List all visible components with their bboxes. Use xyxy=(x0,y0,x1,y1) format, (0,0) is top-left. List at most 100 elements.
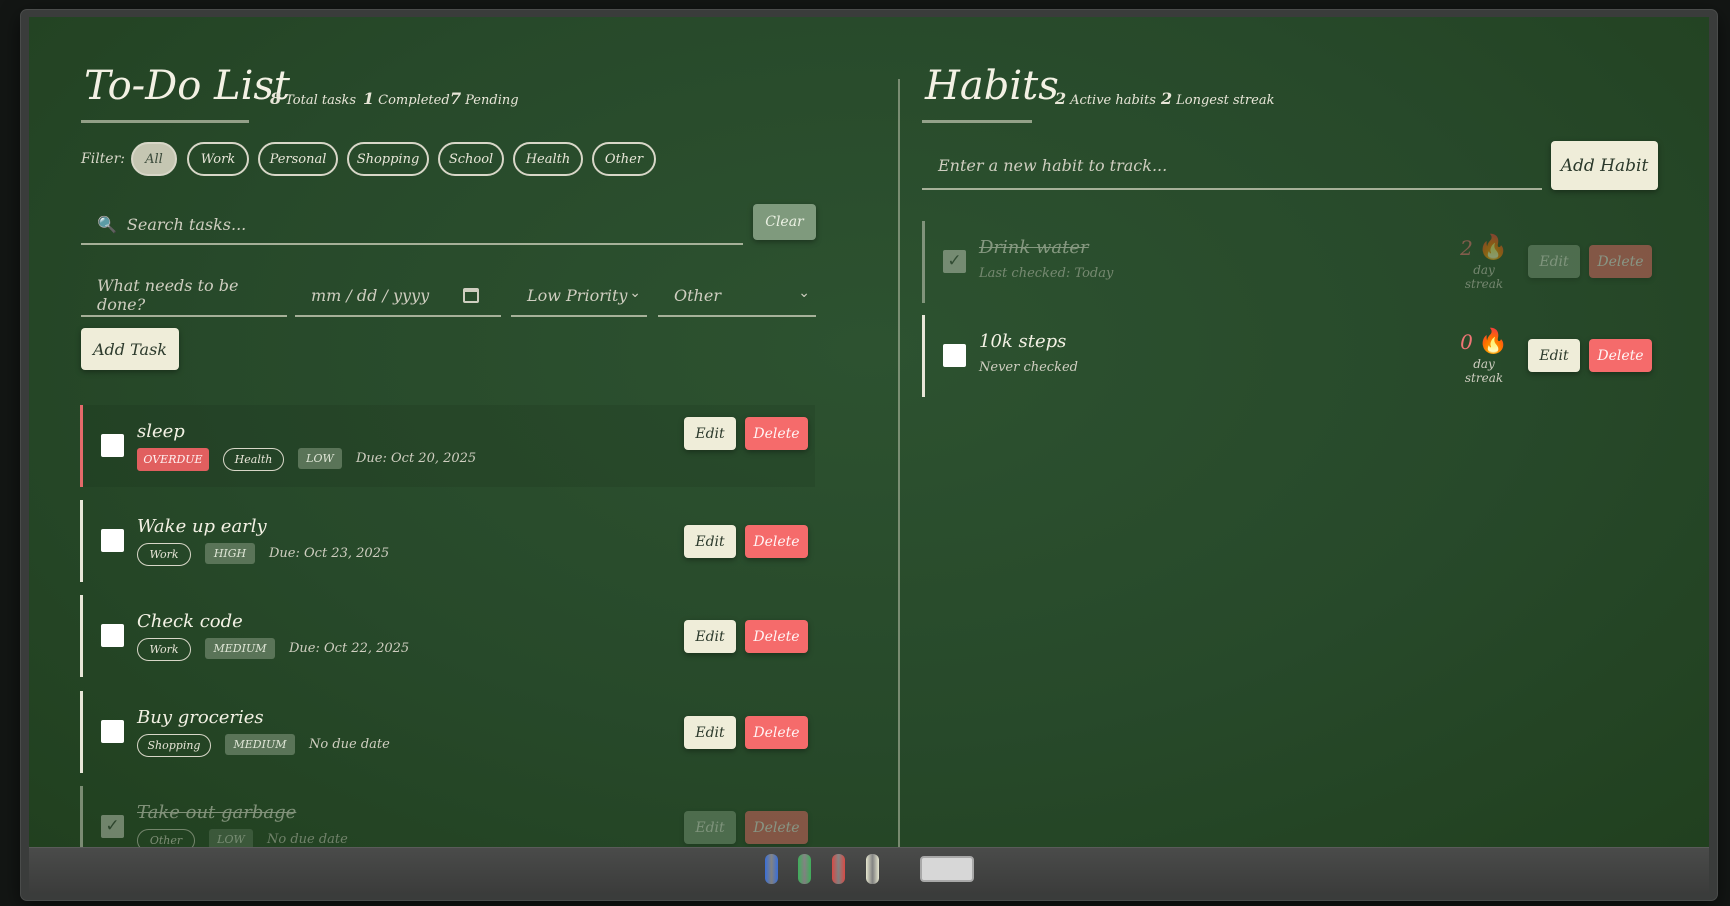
fire-icon: 🔥 xyxy=(1477,327,1508,355)
task-checkbox[interactable] xyxy=(101,720,124,743)
habit-item: ✓ Drink water Last checked: Today 2 🔥 da… xyxy=(922,221,1657,303)
edit-button[interactable]: Edit xyxy=(684,525,736,558)
category-tag: Other xyxy=(137,829,195,847)
column-divider xyxy=(898,79,900,847)
task-item: sleep OVERDUE Health LOW Due: Oct 20, 20… xyxy=(80,405,815,487)
edit-button[interactable]: Edit xyxy=(684,716,736,749)
habits-title-underline xyxy=(922,120,1032,123)
task-title: Wake up early xyxy=(137,516,267,537)
priority-badge: MEDIUM xyxy=(225,734,295,755)
filter-chip-school[interactable]: School xyxy=(438,142,504,176)
todo-title: To-Do List xyxy=(84,63,290,109)
eraser[interactable] xyxy=(920,856,974,882)
habit-last-checked: Last checked: Today xyxy=(979,266,1114,281)
category-tag: Work xyxy=(137,543,191,566)
chevron-down-icon: ⌄ xyxy=(798,285,810,301)
due-date: No due date xyxy=(267,832,348,847)
edit-button[interactable]: Edit xyxy=(684,811,736,844)
priority-select-value: Low Priority xyxy=(527,285,628,305)
date-placeholder: mm / dd / yyyy xyxy=(311,285,430,305)
due-date: Due: Oct 20, 2025 xyxy=(356,451,477,466)
delete-button[interactable]: Delete xyxy=(745,525,808,558)
calendar-icon[interactable] xyxy=(463,288,479,303)
filter-chip-other[interactable]: Other xyxy=(592,142,656,176)
add-habit-button[interactable]: Add Habit xyxy=(1551,141,1658,190)
new-task-input[interactable]: What needs to be done? xyxy=(81,275,287,317)
due-date: Due: Oct 23, 2025 xyxy=(269,546,390,561)
search-input[interactable]: 🔍 Search tasks... xyxy=(81,205,743,245)
delete-button[interactable]: Delete xyxy=(745,620,808,653)
red-chalk[interactable] xyxy=(832,854,845,884)
due-date: Due: Oct 22, 2025 xyxy=(289,641,410,656)
new-habit-input[interactable]: Enter a new habit to track... xyxy=(922,142,1542,190)
edit-button[interactable]: Edit xyxy=(1528,245,1580,278)
stat-pending: 7 Pending xyxy=(450,89,519,108)
task-title: sleep xyxy=(137,421,185,442)
streak-label: day streak xyxy=(1464,263,1504,291)
task-checkbox-checked[interactable]: ✓ xyxy=(101,815,124,838)
delete-button[interactable]: Delete xyxy=(745,811,808,844)
habit-streak: 2 🔥 day streak xyxy=(1454,233,1514,291)
category-tag: Work xyxy=(137,638,191,661)
task-checkbox[interactable] xyxy=(101,624,124,647)
due-date: No due date xyxy=(309,737,390,752)
fire-icon: 🔥 xyxy=(1477,233,1508,261)
due-date-input[interactable]: mm / dd / yyyy xyxy=(295,275,501,317)
stat-longest-streak: 2 Longest streak xyxy=(1161,89,1275,108)
white-chalk[interactable] xyxy=(866,854,879,884)
priority-badge: MEDIUM xyxy=(205,638,275,659)
task-item: ✓ Take out garbage Other LOW No due date… xyxy=(80,786,815,847)
stat-completed: 1 Completed xyxy=(363,89,450,108)
task-checkbox[interactable] xyxy=(101,529,124,552)
streak-count: 2 xyxy=(1460,236,1473,260)
priority-select[interactable]: Low Priority ⌄ xyxy=(511,275,647,317)
delete-button[interactable]: Delete xyxy=(745,716,808,749)
habit-last-checked: Never checked xyxy=(979,360,1078,375)
streak-count: 0 xyxy=(1460,330,1473,354)
search-icon: 🔍 xyxy=(97,214,117,234)
habit-name: 10k steps xyxy=(979,331,1067,352)
habit-streak: 0 🔥 day streak xyxy=(1454,327,1514,385)
category-tag: Shopping xyxy=(137,734,211,757)
task-item: Buy groceries Shopping MEDIUM No due dat… xyxy=(80,691,815,773)
todo-title-underline xyxy=(81,120,249,123)
edit-button[interactable]: Edit xyxy=(684,620,736,653)
blue-chalk[interactable] xyxy=(765,854,778,884)
streak-label: day streak xyxy=(1464,357,1504,385)
category-select-value: Other xyxy=(674,285,721,305)
category-select[interactable]: Other ⌄ xyxy=(658,275,816,317)
filter-chip-work[interactable]: Work xyxy=(187,142,249,176)
task-item: Wake up early Work HIGH Due: Oct 23, 202… xyxy=(80,500,815,582)
green-chalk[interactable] xyxy=(798,854,811,884)
category-tag: Health xyxy=(223,448,284,471)
task-title: Buy groceries xyxy=(137,707,264,728)
stat-total-tasks: 8 Total tasks xyxy=(270,89,357,108)
overdue-badge: OVERDUE xyxy=(137,448,209,471)
edit-button[interactable]: Edit xyxy=(684,417,736,450)
habit-item: 10k steps Never checked 0 🔥 day streak E… xyxy=(922,315,1657,397)
task-item: Check code Work MEDIUM Due: Oct 22, 2025… xyxy=(80,595,815,677)
priority-badge: HIGH xyxy=(205,543,255,564)
delete-button[interactable]: Delete xyxy=(745,417,808,450)
filter-chip-shopping[interactable]: Shopping xyxy=(347,142,429,176)
filter-label: Filter: xyxy=(81,151,125,167)
filter-chip-health[interactable]: Health xyxy=(513,142,583,176)
priority-badge: LOW xyxy=(298,448,342,469)
add-task-button[interactable]: Add Task xyxy=(81,328,179,370)
habits-title: Habits xyxy=(925,63,1059,109)
task-title: Take out garbage xyxy=(137,802,297,823)
filter-chip-all[interactable]: All xyxy=(131,142,177,176)
edit-button[interactable]: Edit xyxy=(1528,339,1580,372)
stat-active-habits: 2 Active habits xyxy=(1055,89,1156,108)
task-title: Check code xyxy=(137,611,243,632)
habit-checkbox-checked[interactable]: ✓ xyxy=(943,250,966,273)
habit-name: Drink water xyxy=(979,237,1089,258)
clear-search-button[interactable]: Clear xyxy=(753,204,816,240)
task-checkbox[interactable] xyxy=(101,434,124,457)
search-placeholder: Search tasks... xyxy=(126,214,247,234)
filter-chip-personal[interactable]: Personal xyxy=(258,142,338,176)
habit-checkbox[interactable] xyxy=(943,344,966,367)
delete-button[interactable]: Delete xyxy=(1589,339,1652,372)
delete-button[interactable]: Delete xyxy=(1589,245,1652,278)
chalkboard: To-Do List 8 Total tasks 1 Completed 7 Pend… xyxy=(29,17,1709,847)
